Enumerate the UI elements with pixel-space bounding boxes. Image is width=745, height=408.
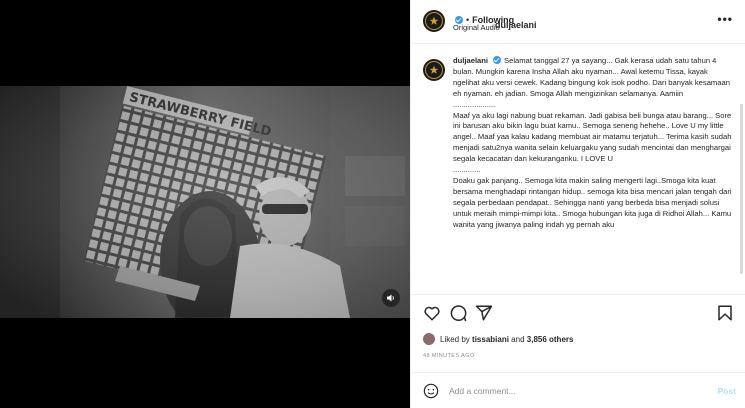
liked-and: and <box>511 334 525 344</box>
post-photo[interactable]: STRAWBERRY FIELD <box>0 86 410 318</box>
instagram-post: STRAWBERRY FIELD duljaelani • Following … <box>0 0 745 408</box>
caption-area: duljaelani Selamat tanggal 27 ya sayang..… <box>411 44 745 294</box>
heart-icon[interactable] <box>423 304 441 322</box>
smiley-icon[interactable] <box>423 383 439 399</box>
verified-badge-icon <box>493 56 502 64</box>
comment-input[interactable]: Add a comment... <box>449 386 516 396</box>
photo-image: STRAWBERRY FIELD <box>0 86 410 318</box>
caption-scrollbar[interactable] <box>740 104 743 274</box>
more-options-icon[interactable]: ••• <box>717 12 733 26</box>
speaker-icon <box>387 294 394 302</box>
caption-body: Selamat tanggal 27 ya sayang... Gak kera… <box>453 56 732 229</box>
caption-text: duljaelani Selamat tanggal 27 ya sayang..… <box>453 56 735 231</box>
liked-user-link[interactable]: tissabiani <box>472 335 509 344</box>
post-timestamp[interactable]: 48 MINUTES AGO <box>423 353 474 359</box>
comment-bar: Add a comment... Post <box>411 372 745 408</box>
paper-plane-icon[interactable] <box>475 304 493 322</box>
audio-label[interactable]: Original Audio <box>453 23 500 32</box>
avatar-logo-icon[interactable] <box>423 10 445 32</box>
likes-summary: Liked by tissabiani and 3,856 others <box>423 333 573 345</box>
comment-bubble-icon[interactable] <box>449 304 467 322</box>
liker-avatar[interactable] <box>423 333 435 345</box>
post-header: duljaelani • Following Original Audio ••• <box>411 0 745 44</box>
post-comment-button[interactable]: Post <box>718 386 736 396</box>
mute-button[interactable] <box>382 289 400 307</box>
post-media[interactable]: STRAWBERRY FIELD <box>0 0 410 408</box>
liked-count-link[interactable]: 3,856 others <box>527 335 574 344</box>
caption-username[interactable]: duljaelani <box>453 56 488 65</box>
post-sidebar: duljaelani • Following Original Audio ••• … <box>410 0 745 408</box>
header-username[interactable]: duljaelani <box>495 20 537 30</box>
avatar-logo-icon[interactable] <box>423 59 445 81</box>
liked-prefix: Liked by <box>440 334 470 344</box>
bookmark-icon[interactable] <box>716 304 734 322</box>
